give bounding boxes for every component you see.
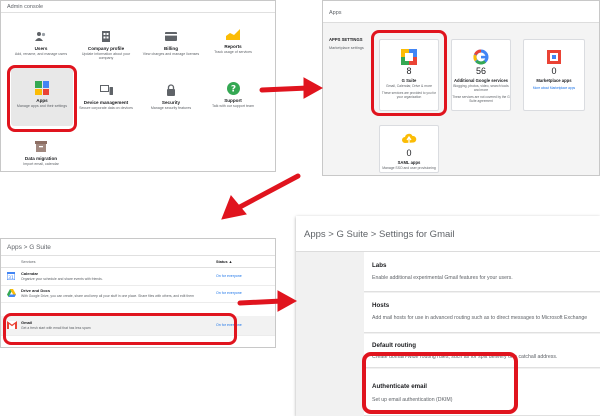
card-count: 56 xyxy=(475,66,486,76)
tile-desc: Manage security features xyxy=(150,106,192,110)
col-services[interactable]: Services xyxy=(21,260,36,264)
calendar-icon: 31 xyxy=(6,271,16,281)
tile-security[interactable]: Security Manage security features xyxy=(141,83,201,110)
drive-icon xyxy=(7,289,16,297)
admin-console-title: Admin console xyxy=(1,1,275,13)
row-status[interactable]: On for everyone xyxy=(216,274,242,278)
card-count: 0 xyxy=(551,66,557,76)
marketplace-settings-link[interactable]: Marketplace settings xyxy=(329,46,375,50)
svg-text:?: ? xyxy=(230,84,235,94)
card-name: Additional Google services xyxy=(454,78,508,83)
additional-google-services-card[interactable]: 56 Additional Google services Blogging, … xyxy=(451,39,511,111)
table-row-drive[interactable]: Drive and Docs With Google Drive, you ca… xyxy=(1,286,275,303)
section-title: Labs xyxy=(372,262,387,269)
apps-sidebar: APPS SETTINGS Marketplace settings xyxy=(329,37,375,50)
lock-icon xyxy=(164,83,178,97)
tile-title: Reports xyxy=(224,44,242,49)
section-title: Hosts xyxy=(372,302,390,309)
services-table-header: Services Status ▲ xyxy=(1,256,275,268)
device-icon xyxy=(99,83,113,97)
section-desc: Enable additional experimental Gmail fea… xyxy=(372,275,513,281)
card-desc: Manage SSO and user provisioning xyxy=(382,166,436,170)
gsuite-services-panel: Apps > G Suite Services Status ▲ 31 Cale… xyxy=(0,238,276,348)
users-icon xyxy=(34,29,48,43)
col-status[interactable]: Status ▲ xyxy=(216,260,232,264)
tile-title: Device management xyxy=(83,100,129,105)
row-desc: Organize your schedule and share events … xyxy=(21,277,103,281)
apps-tile-red-highlight xyxy=(7,65,77,132)
tile-title: Support xyxy=(224,98,242,103)
tile-title: Users xyxy=(34,46,48,51)
gsuite-card-red-highlight xyxy=(371,30,447,116)
gmail-settings-panel: Apps > G Suite > Settings for Gmail Labs… xyxy=(296,216,600,416)
tile-title: Security xyxy=(161,100,181,105)
authenticate-email-red-highlight xyxy=(362,352,518,414)
svg-text:31: 31 xyxy=(8,275,14,280)
chart-icon xyxy=(226,27,240,41)
gmail-settings-breadcrumb: Apps > G Suite > Settings for Gmail xyxy=(296,216,600,252)
row-status[interactable]: On for everyone xyxy=(216,291,242,295)
marketplace-icon xyxy=(545,48,563,66)
building-icon xyxy=(99,29,113,43)
table-row-calendar[interactable]: 31 Calendar Organize your schedule and s… xyxy=(1,269,275,286)
card-name: Marketplace apps xyxy=(536,78,572,83)
tile-desc: Talk with our support team xyxy=(212,104,254,108)
tile-title: Billing xyxy=(163,46,179,51)
tile-title: Data migration xyxy=(24,156,58,161)
card-count: 0 xyxy=(406,148,412,158)
tile-desc: Add, rename, and manage users xyxy=(14,52,68,56)
tile-desc: View charges and manage licenses xyxy=(142,52,200,56)
tile-desc: Secure corporate data on devices xyxy=(79,106,133,110)
google-g-icon xyxy=(472,48,490,66)
tile-support[interactable]: ? Support Talk with our support team xyxy=(203,81,263,108)
settings-section-hosts[interactable]: Hosts Add mail hosts for use in advanced… xyxy=(364,293,600,333)
cloud-icon xyxy=(400,130,418,148)
tile-desc: Import email, calendar xyxy=(23,162,59,166)
archive-icon xyxy=(34,139,48,153)
tile-title: Company profile xyxy=(87,46,125,51)
tile-device-management[interactable]: Device management Secure corporate data … xyxy=(76,83,136,110)
gmail-row-red-highlight xyxy=(3,313,237,345)
marketplace-more-link[interactable]: More about Marketplace apps xyxy=(524,86,584,91)
marketplace-apps-card[interactable]: 0 Marketplace apps More about Marketplac… xyxy=(523,39,585,111)
card-desc: Blogging, photos, video, search tools an… xyxy=(453,84,509,92)
tile-billing[interactable]: Billing View charges and manage licenses xyxy=(141,29,201,56)
billing-icon xyxy=(164,29,178,43)
apps-header: Apps xyxy=(323,1,599,23)
card-name: SAML apps xyxy=(397,160,421,165)
tile-users[interactable]: Users Add, rename, and manage users xyxy=(11,29,71,56)
tile-data-migration[interactable]: Data migration Import email, calendar xyxy=(11,139,71,166)
row-name: Calendar xyxy=(21,271,39,276)
admin-console-panel: Admin console Users Add, rename, and man… xyxy=(0,0,276,172)
section-desc: Add mail hosts for use in advanced routi… xyxy=(372,315,588,321)
tile-desc: Update information about your company xyxy=(81,52,131,61)
apps-settings-heading: APPS SETTINGS xyxy=(329,37,363,42)
tile-reports[interactable]: Reports Track usage of services xyxy=(203,27,263,54)
tile-desc: Track usage of services xyxy=(214,50,252,54)
help-icon: ? xyxy=(226,81,240,95)
saml-apps-card[interactable]: 0 SAML apps Manage SSO and user provisio… xyxy=(379,125,439,173)
apps-panel: Apps APPS SETTINGS Marketplace settings … xyxy=(322,0,600,176)
row-desc: With Google Drive, you can create, share… xyxy=(21,294,194,298)
card-footer: These services are not covered by the G … xyxy=(452,95,510,103)
section-title: Default routing xyxy=(372,342,416,349)
arrow-down-left xyxy=(221,173,301,220)
gsuite-breadcrumb: Apps > G Suite xyxy=(1,239,275,256)
row-name: Drive and Docs xyxy=(21,288,51,293)
tile-company-profile[interactable]: Company profile Update information about… xyxy=(76,29,136,61)
settings-section-labs[interactable]: Labs Enable additional experimental Gmai… xyxy=(364,252,600,292)
